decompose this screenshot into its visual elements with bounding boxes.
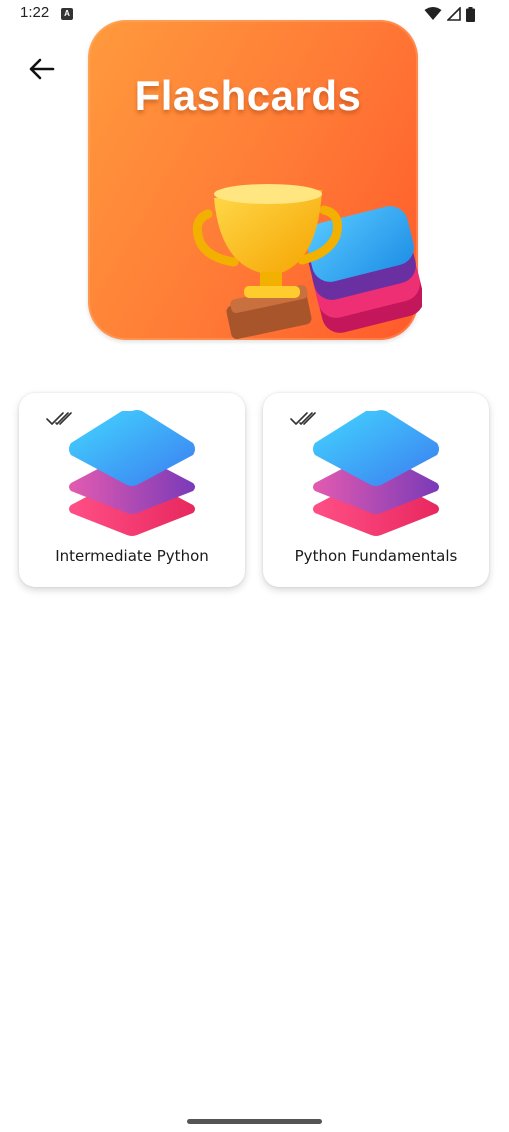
hero-banner: Flashcards xyxy=(88,20,422,342)
wifi-icon xyxy=(424,7,442,20)
layers-stack-icon xyxy=(69,410,195,536)
a-notification-icon: A xyxy=(61,8,73,20)
hero-title: Flashcards xyxy=(134,72,362,119)
deck-title: Python Fundamentals xyxy=(294,547,458,565)
trophy-flashcards-illustration xyxy=(192,184,422,340)
deck-grid: Intermediate Python Python Fundamentals xyxy=(19,393,491,589)
signal-icon xyxy=(447,7,461,21)
battery-icon xyxy=(466,6,475,22)
deck-title: Intermediate Python xyxy=(55,547,209,565)
deck-card-python-fundamentals[interactable]: Python Fundamentals xyxy=(263,393,489,587)
layers-stack-icon xyxy=(313,410,439,536)
card-stack-art xyxy=(306,206,422,333)
status-icons xyxy=(424,5,475,23)
home-gesture-bar[interactable] xyxy=(187,1119,322,1124)
deck-card-intermediate-python[interactable]: Intermediate Python xyxy=(19,393,245,587)
status-time: 1:22 xyxy=(20,4,50,21)
arrow-left-icon xyxy=(29,58,55,80)
back-button[interactable] xyxy=(22,50,60,88)
